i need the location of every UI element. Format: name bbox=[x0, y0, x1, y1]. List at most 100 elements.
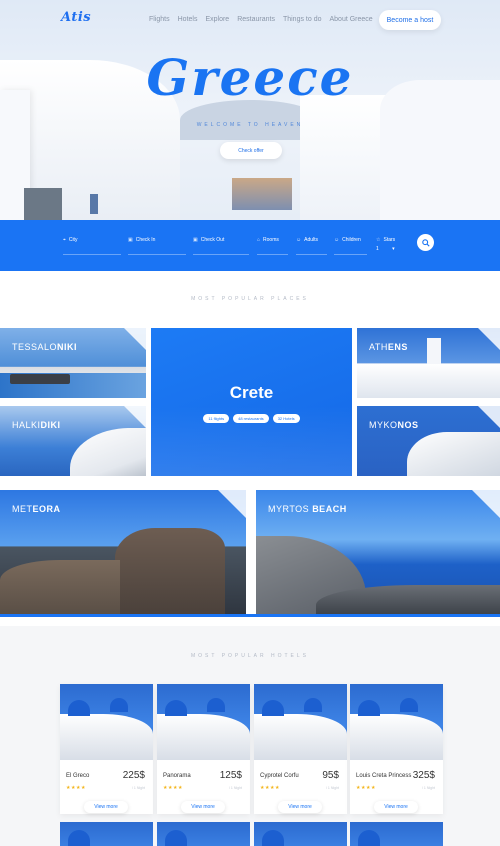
hotel-card-el-greco[interactable]: El Greco 225$ ★★★★ / 1 Night View more bbox=[60, 684, 153, 814]
crete-restaurants-pill: 48 restaurants bbox=[233, 414, 269, 423]
crete-title: Crete bbox=[229, 383, 274, 402]
children-label: Children bbox=[342, 237, 361, 243]
place-label: TESSALONIKI bbox=[12, 342, 78, 352]
hero-banner: Atis Flights Hotels Explore Restaurants … bbox=[0, 0, 500, 220]
check-in-label: Check In bbox=[135, 237, 156, 243]
child-icon: ☺ bbox=[334, 237, 340, 243]
menu-item-hotels[interactable]: Hotels bbox=[178, 16, 198, 23]
hotel-rating-stars: ★★★★ bbox=[163, 785, 183, 791]
tile-corner bbox=[478, 406, 500, 428]
place-tile-meteora[interactable]: METEORA bbox=[0, 490, 246, 614]
place-tile-myrtos-beach[interactable]: MYRTOS BEACH bbox=[256, 490, 500, 614]
hero-title: Greece bbox=[146, 48, 354, 107]
tile-corner bbox=[472, 490, 500, 518]
tile-corner bbox=[478, 328, 500, 350]
stars-select[interactable]: 1 ▾ bbox=[376, 246, 395, 252]
place-label: ATHENS bbox=[369, 342, 408, 352]
adults-label: Adults bbox=[304, 237, 319, 243]
place-tile-tessaloniki[interactable]: TESSALONIKI bbox=[0, 328, 146, 398]
hotel-price-note: / 1 Night bbox=[421, 786, 435, 790]
hero-subtitle: WELCOME TO HEAVEN bbox=[196, 122, 304, 128]
hotel-price-note: / 1 Night bbox=[228, 786, 242, 790]
menu-item-explore[interactable]: Explore bbox=[205, 16, 229, 23]
hotel-price: 95$ bbox=[322, 770, 339, 781]
tile-corner bbox=[218, 490, 246, 518]
hotel-card-image[interactable] bbox=[60, 822, 153, 846]
city-label: City bbox=[68, 237, 78, 243]
user-icon: ☺ bbox=[296, 237, 302, 243]
crete-flights-pill: 11 flights bbox=[203, 414, 230, 423]
place-label: METEORA bbox=[12, 504, 61, 514]
hero-window bbox=[90, 194, 98, 214]
hotel-name: Cyprotel Corfu bbox=[260, 773, 299, 779]
tile-corner bbox=[124, 328, 146, 350]
hotel-name: El Greco bbox=[66, 773, 90, 779]
check-offer-button[interactable]: Check offer bbox=[220, 142, 282, 159]
view-more-button[interactable]: View more bbox=[278, 801, 322, 813]
hotel-rating-stars: ★★★★ bbox=[260, 785, 280, 791]
hotel-price: 125$ bbox=[219, 770, 242, 781]
place-tile-halkidiki[interactable]: HALKIDIKI bbox=[0, 406, 146, 476]
section-divider bbox=[0, 614, 500, 617]
main-menu: Flights Hotels Explore Restaurants Thing… bbox=[149, 16, 381, 23]
crete-hotels-pill: 32 Hotels bbox=[272, 414, 300, 423]
view-more-button[interactable]: View more bbox=[181, 801, 225, 813]
search-icon bbox=[421, 238, 430, 247]
place-tile-athens[interactable]: ATHENS bbox=[357, 328, 500, 398]
check-out-field[interactable]: ▣ Check Out bbox=[193, 237, 249, 255]
place-tile-crete[interactable]: Crete 11 flights 48 restaurants 32 Hotel… bbox=[151, 328, 352, 476]
calendar-icon: ▣ bbox=[128, 237, 133, 243]
adults-field[interactable]: ☺ Adults bbox=[296, 237, 327, 255]
star-outline-icon: ☆ bbox=[376, 237, 381, 243]
hotel-card-cyprotel-corfu[interactable]: Cyprotel Corfu 95$ ★★★★ / 1 Night View m… bbox=[254, 684, 347, 814]
hotel-price-note: / 1 Night bbox=[131, 786, 145, 790]
hotel-card-image[interactable] bbox=[350, 822, 443, 846]
menu-item-about-greece[interactable]: About Greece bbox=[329, 16, 372, 23]
rooms-label: Rooms bbox=[263, 237, 279, 243]
chevron-down-icon: ▾ bbox=[392, 246, 395, 252]
crete-stats: 11 flights 48 restaurants 32 Hotels bbox=[151, 414, 352, 423]
city-field[interactable]: ⌖ City bbox=[63, 237, 121, 255]
hotel-image bbox=[60, 684, 153, 760]
children-field[interactable]: ☺ Children bbox=[334, 237, 367, 255]
hero-door bbox=[24, 188, 62, 220]
hotel-price-note: / 1 Night bbox=[325, 786, 339, 790]
check-out-label: Check Out bbox=[200, 237, 225, 243]
menu-item-restaurants[interactable]: Restaurants bbox=[237, 16, 275, 23]
hotel-card-panorama[interactable]: Panorama 125$ ★★★★ / 1 Night View more bbox=[157, 684, 250, 814]
tile-corner bbox=[124, 406, 146, 428]
hotel-image bbox=[350, 684, 443, 760]
view-more-button[interactable]: View more bbox=[84, 801, 128, 813]
place-label: MYRTOS BEACH bbox=[268, 504, 347, 514]
place-tile-mykonos[interactable]: MYKONOS bbox=[357, 406, 500, 476]
top-nav: Atis Flights Hotels Explore Restaurants … bbox=[0, 0, 500, 40]
check-in-field[interactable]: ▣ Check In bbox=[128, 237, 186, 255]
hotel-image bbox=[157, 684, 250, 760]
place-label: HALKIDIKI bbox=[12, 420, 61, 430]
home-icon: ⌂ bbox=[257, 237, 261, 243]
hotel-price: 225$ bbox=[122, 770, 145, 781]
stars-value: 1 bbox=[376, 246, 379, 252]
hotel-card-image[interactable] bbox=[157, 822, 250, 846]
hotel-image bbox=[254, 684, 347, 760]
hotel-name: Panorama bbox=[163, 773, 191, 779]
hotel-rating-stars: ★★★★ bbox=[66, 785, 86, 791]
menu-item-flights[interactable]: Flights bbox=[149, 16, 170, 23]
hotel-card-image[interactable] bbox=[254, 822, 347, 846]
become-host-button[interactable]: Become a host bbox=[379, 10, 441, 30]
search-button[interactable] bbox=[417, 234, 434, 251]
place-label: MYKONOS bbox=[369, 420, 419, 430]
hero-sea-view bbox=[232, 178, 292, 210]
hotels-heading: MOST POPULAR HOTELS bbox=[190, 653, 310, 659]
hotel-card-louis-creta-princess[interactable]: Louis Creta Princess 325$ ★★★★ / 1 Night… bbox=[350, 684, 443, 814]
hotel-rating-stars: ★★★★ bbox=[356, 785, 376, 791]
rooms-field[interactable]: ⌂ Rooms bbox=[257, 237, 288, 255]
pin-icon: ⌖ bbox=[63, 237, 66, 243]
hotel-price: 325$ bbox=[412, 770, 435, 781]
view-more-button[interactable]: View more bbox=[374, 801, 418, 813]
places-heading: MOST POPULAR PLACES bbox=[191, 296, 309, 302]
stars-label: Stars bbox=[383, 237, 396, 243]
calendar-icon: ▣ bbox=[193, 237, 198, 243]
menu-item-things-to-do[interactable]: Things to do bbox=[283, 16, 322, 23]
site-logo[interactable]: Atis bbox=[61, 10, 91, 25]
